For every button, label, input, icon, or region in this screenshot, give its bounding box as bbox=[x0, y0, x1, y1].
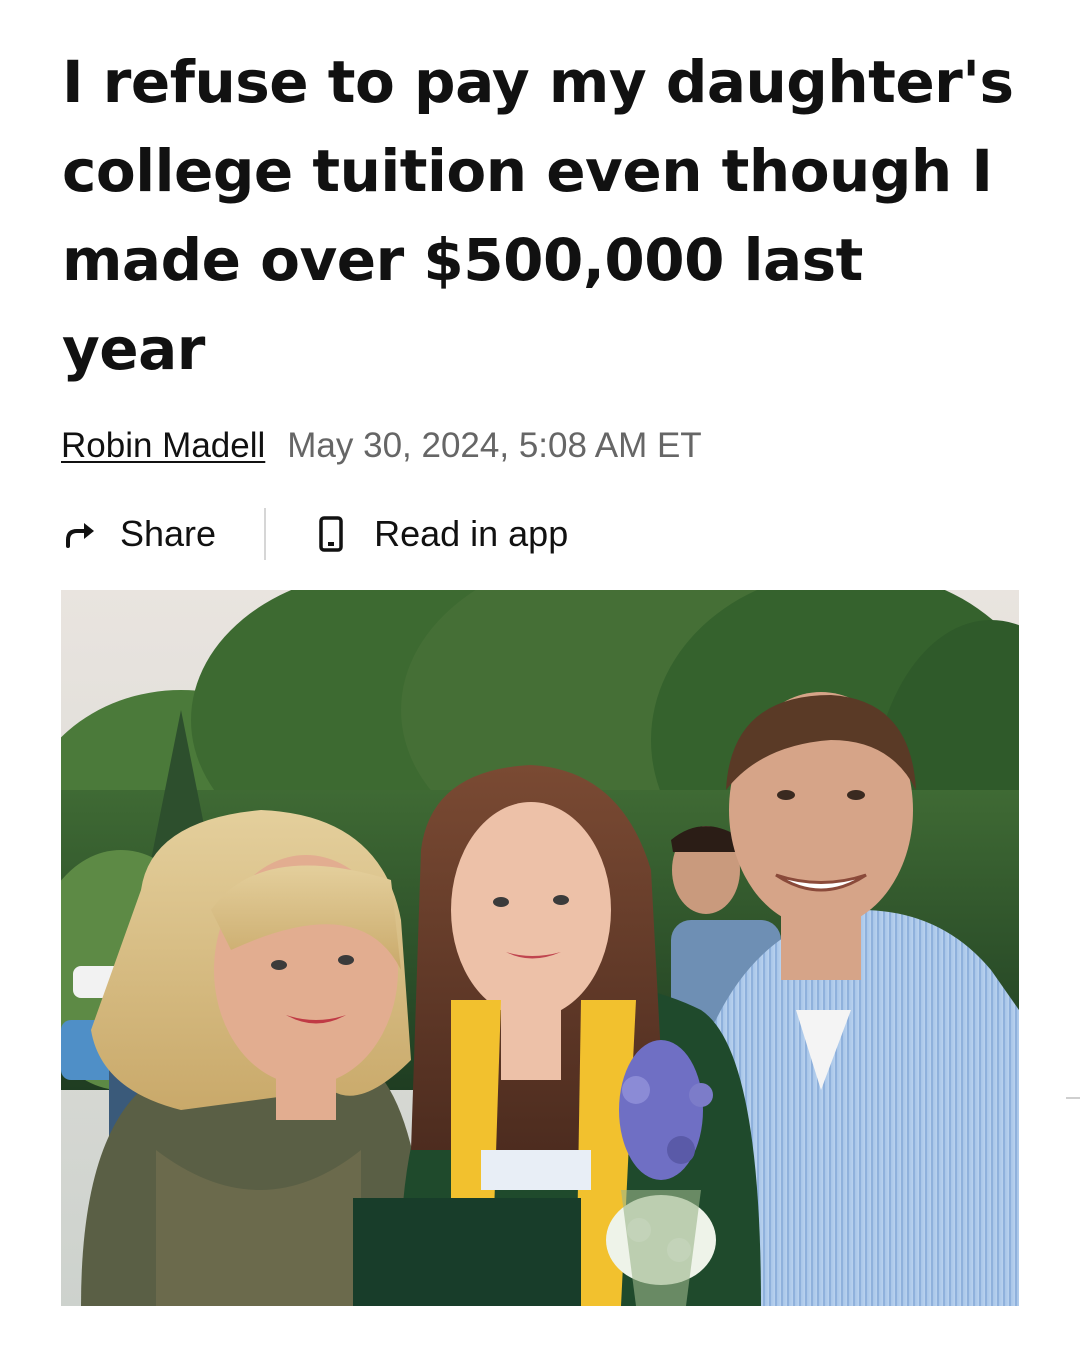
photo-diploma-cover bbox=[353, 1198, 581, 1306]
article-headline: I refuse to pay my daughter's college tu… bbox=[62, 48, 1014, 383]
byline: Robin Madell May 30, 2024, 5:08 AM ET bbox=[61, 424, 702, 468]
share-button[interactable]: Share bbox=[60, 513, 216, 555]
photo-caption-cutoff bbox=[62, 1336, 462, 1350]
read-in-app-button[interactable]: Read in app bbox=[316, 513, 568, 555]
actions-divider bbox=[264, 508, 267, 560]
publish-timestamp: May 30, 2024, 5:08 AM ET bbox=[287, 426, 702, 465]
share-label: Share bbox=[120, 513, 217, 554]
article: I refuse to pay my daughter's college tu… bbox=[0, 0, 1080, 1350]
article-actions: Share Read in app bbox=[60, 506, 568, 562]
phone-icon bbox=[316, 514, 346, 554]
article-photo bbox=[61, 590, 1019, 1306]
author-link[interactable]: Robin Madell bbox=[61, 426, 265, 465]
read-in-app-label: Read in app bbox=[374, 513, 569, 554]
side-scroll-tick bbox=[1066, 1097, 1080, 1099]
share-arrow-icon bbox=[60, 514, 100, 554]
